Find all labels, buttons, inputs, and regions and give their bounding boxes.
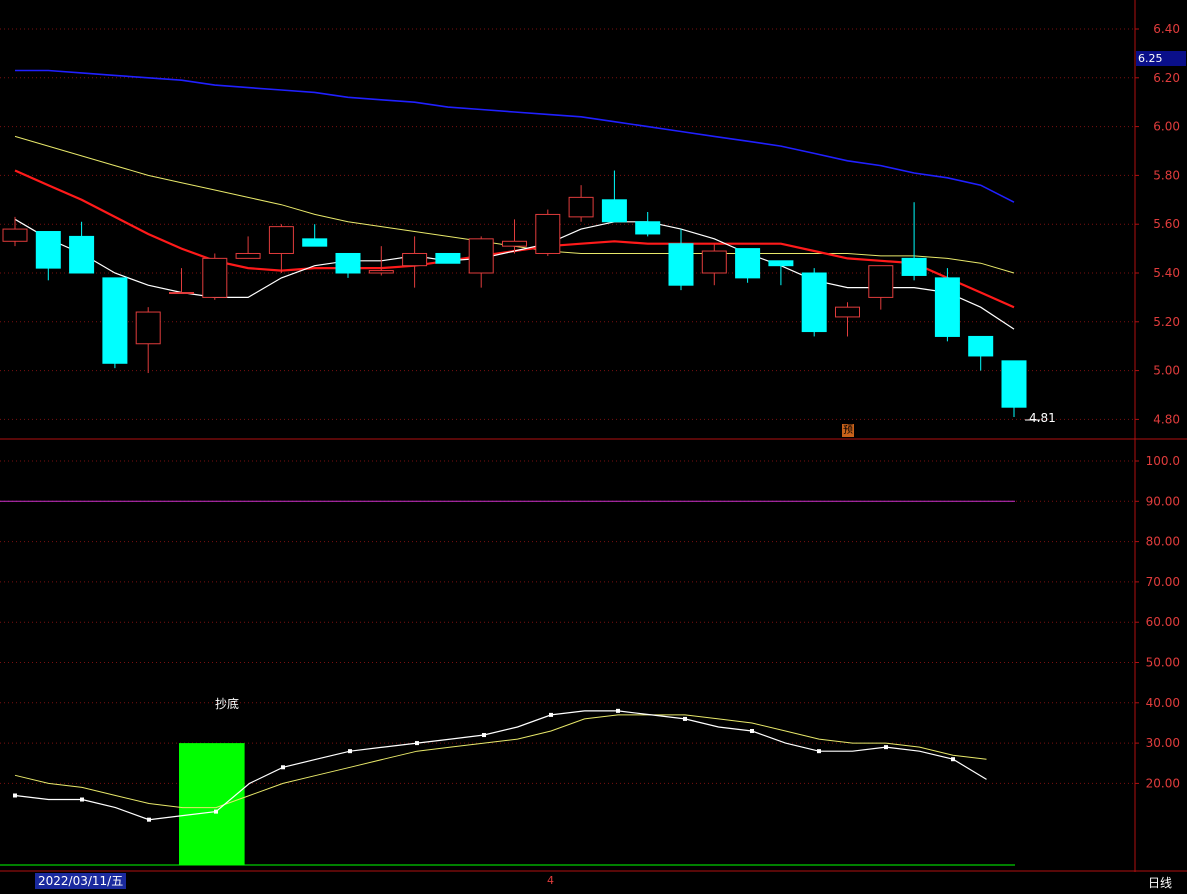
candle-down xyxy=(968,335,994,357)
candle-up xyxy=(701,250,727,274)
candle-down xyxy=(335,252,361,274)
indicator-k-point xyxy=(214,809,218,814)
price-tick-label: 5.80 xyxy=(1153,168,1180,182)
candle-up xyxy=(535,213,561,254)
indicator-k-point xyxy=(951,757,955,762)
indicator-k-point xyxy=(415,741,419,746)
indicator-k-point xyxy=(13,793,17,798)
indicator-tick-label: 80.00 xyxy=(1146,535,1180,549)
price-tick-label: 6.00 xyxy=(1153,120,1180,134)
candle-up xyxy=(202,257,228,298)
period-selector[interactable]: 日线 xyxy=(1148,874,1172,891)
price-tick-label: 5.40 xyxy=(1153,266,1180,280)
candle-down xyxy=(735,248,761,279)
candle-up xyxy=(868,265,894,298)
candle-up xyxy=(402,252,428,267)
candle-up xyxy=(268,226,294,254)
candle-up xyxy=(169,292,194,295)
cursor-date: 2022/03/11/五 xyxy=(35,873,127,889)
price-tick-label: 6.20 xyxy=(1153,71,1180,85)
low-price-label: 4.81 xyxy=(1029,411,1056,425)
indicator-k-point xyxy=(147,817,151,822)
indicator-k-point xyxy=(281,765,285,770)
candle-down xyxy=(302,238,328,247)
indicator-k-point xyxy=(348,749,352,754)
price-tick-label: 5.00 xyxy=(1153,364,1180,378)
price-tick-label: 6.40 xyxy=(1153,22,1180,36)
indicator-tick-label: 100.0 xyxy=(1146,454,1180,468)
stock-chart[interactable]: 6.40 6.20 6.00 5.80 5.60 5.40 5.20 5.00 4.80 100.… xyxy=(0,0,1187,894)
indicator-k-point xyxy=(80,797,84,802)
indicator-k-point xyxy=(750,729,754,734)
candle-up xyxy=(835,306,860,318)
indicator-tick-label: 30.00 xyxy=(1146,736,1180,750)
candle-down xyxy=(69,235,95,274)
candle-down xyxy=(635,221,661,235)
last-price-tag: 6.25 xyxy=(1136,51,1186,66)
candle-up xyxy=(468,238,494,274)
candle-down xyxy=(35,231,61,269)
indicator-k-point xyxy=(616,708,620,713)
indicator-k-point xyxy=(683,716,687,721)
candle-up xyxy=(135,311,161,345)
indicator-tick-label: 70.00 xyxy=(1146,575,1180,589)
indicator-k-point xyxy=(884,745,888,750)
indicator-tick-label: 60.00 xyxy=(1146,615,1180,629)
price-tick-label: 4.80 xyxy=(1153,412,1180,426)
candle-down xyxy=(1001,360,1027,408)
indicator-tick-label: 20.00 xyxy=(1146,776,1180,790)
cursor-marker: 4 xyxy=(547,874,554,887)
candle-down xyxy=(668,243,694,286)
candle-down xyxy=(801,272,827,333)
candle-up xyxy=(568,196,594,218)
indicator-tick-label: 90.00 xyxy=(1146,494,1180,508)
candle-down xyxy=(601,199,627,223)
candle-down xyxy=(901,257,927,276)
candle-down xyxy=(934,277,960,337)
indicator-tick-label: 50.00 xyxy=(1146,656,1180,670)
candle-up xyxy=(2,228,28,242)
price-tick-label: 5.60 xyxy=(1153,217,1180,231)
candle-down xyxy=(435,252,461,264)
buy-signal-label: 抄底 xyxy=(215,697,240,711)
candle-up xyxy=(502,240,527,247)
indicator-tick-label: 40.00 xyxy=(1146,696,1180,710)
candle-down xyxy=(768,260,794,267)
chart-background xyxy=(0,0,1187,894)
forecast-badge[interactable]: 预 xyxy=(842,424,854,437)
candle-up xyxy=(368,270,394,274)
candle-down xyxy=(102,277,128,364)
candle-up xyxy=(235,252,261,259)
indicator-k-point xyxy=(549,712,553,717)
indicator-k-point xyxy=(817,749,821,754)
indicator-k-point xyxy=(482,733,486,738)
buy-signal-bar xyxy=(179,743,245,865)
price-tick-label: 5.20 xyxy=(1153,315,1180,329)
